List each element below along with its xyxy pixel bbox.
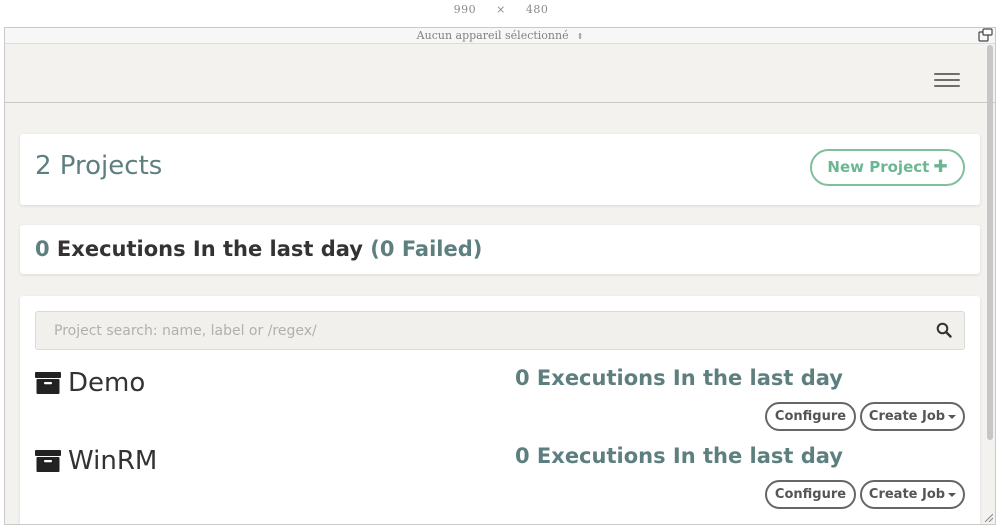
create-job-label: Create Job [868,487,946,502]
dimension-separator: × [496,3,506,16]
create-job-dropdown[interactable]: Create Job [860,480,965,509]
project-name-label: WinRM [68,446,158,476]
viewport-height: 480 [525,3,549,16]
device-selector-bar: Aucun appareil sélectionné ⇕ [5,28,995,44]
create-job-label: Create Job [868,409,946,424]
executions-label: Executions In the last day [49,237,371,261]
project-search-input[interactable] [36,312,916,349]
project-search [35,311,965,350]
archive-icon [35,450,61,472]
configure-button[interactable]: Configure [765,480,856,509]
project-link-winrm[interactable]: WinRM [35,446,157,476]
projects-header-card: 2 Projects New Project ✚ [20,134,980,205]
resize-grip-icon[interactable] [983,512,993,522]
project-row-demo: Demo 0 Executions In the last day Config… [35,366,965,438]
project-list-card: Demo 0 Executions In the last day Config… [20,296,980,524]
rotate-icon[interactable] [977,28,993,43]
caret-down-icon [948,492,957,497]
executions-summary-card: 0 Executions In the last day (0 Failed) [20,225,980,274]
executions-summary: 0 Executions In the last day (0 Failed) [35,237,482,261]
search-icon[interactable] [936,322,952,338]
create-job-dropdown[interactable]: Create Job [860,402,965,431]
scrollbar-thumb[interactable] [987,45,993,440]
vertical-scrollbar[interactable] [986,45,994,524]
project-executions: 0 Executions In the last day [515,444,843,468]
caret-down-icon [948,414,957,419]
executions-count: 0 [35,237,50,261]
archive-icon [35,372,61,394]
top-navbar [5,44,995,103]
projects-count-title: 2 Projects [35,151,163,181]
viewport-dimensions: 990 × 480 [0,0,1002,18]
project-executions: 0 Executions In the last day [515,366,843,390]
plus-icon: ✚ [933,157,948,177]
new-project-button[interactable]: New Project ✚ [810,149,965,186]
device-select[interactable]: Aucun appareil sélectionné ⇕ [417,29,584,42]
viewport-width: 990 [453,3,477,16]
project-row-winrm: WinRM 0 Executions In the last day Confi… [35,444,965,516]
new-project-label: New Project [827,158,930,176]
project-name-label: Demo [68,368,146,398]
project-link-demo[interactable]: Demo [35,368,145,398]
device-select-label: Aucun appareil sélectionné [416,29,569,42]
responsive-viewport: Aucun appareil sélectionné ⇕ 2 Projects N… [4,27,996,525]
select-arrow-icon: ⇕ [576,32,584,41]
hamburger-menu-icon[interactable] [934,73,960,89]
configure-button[interactable]: Configure [765,402,856,431]
failed-count: (0 Failed) [370,237,483,261]
